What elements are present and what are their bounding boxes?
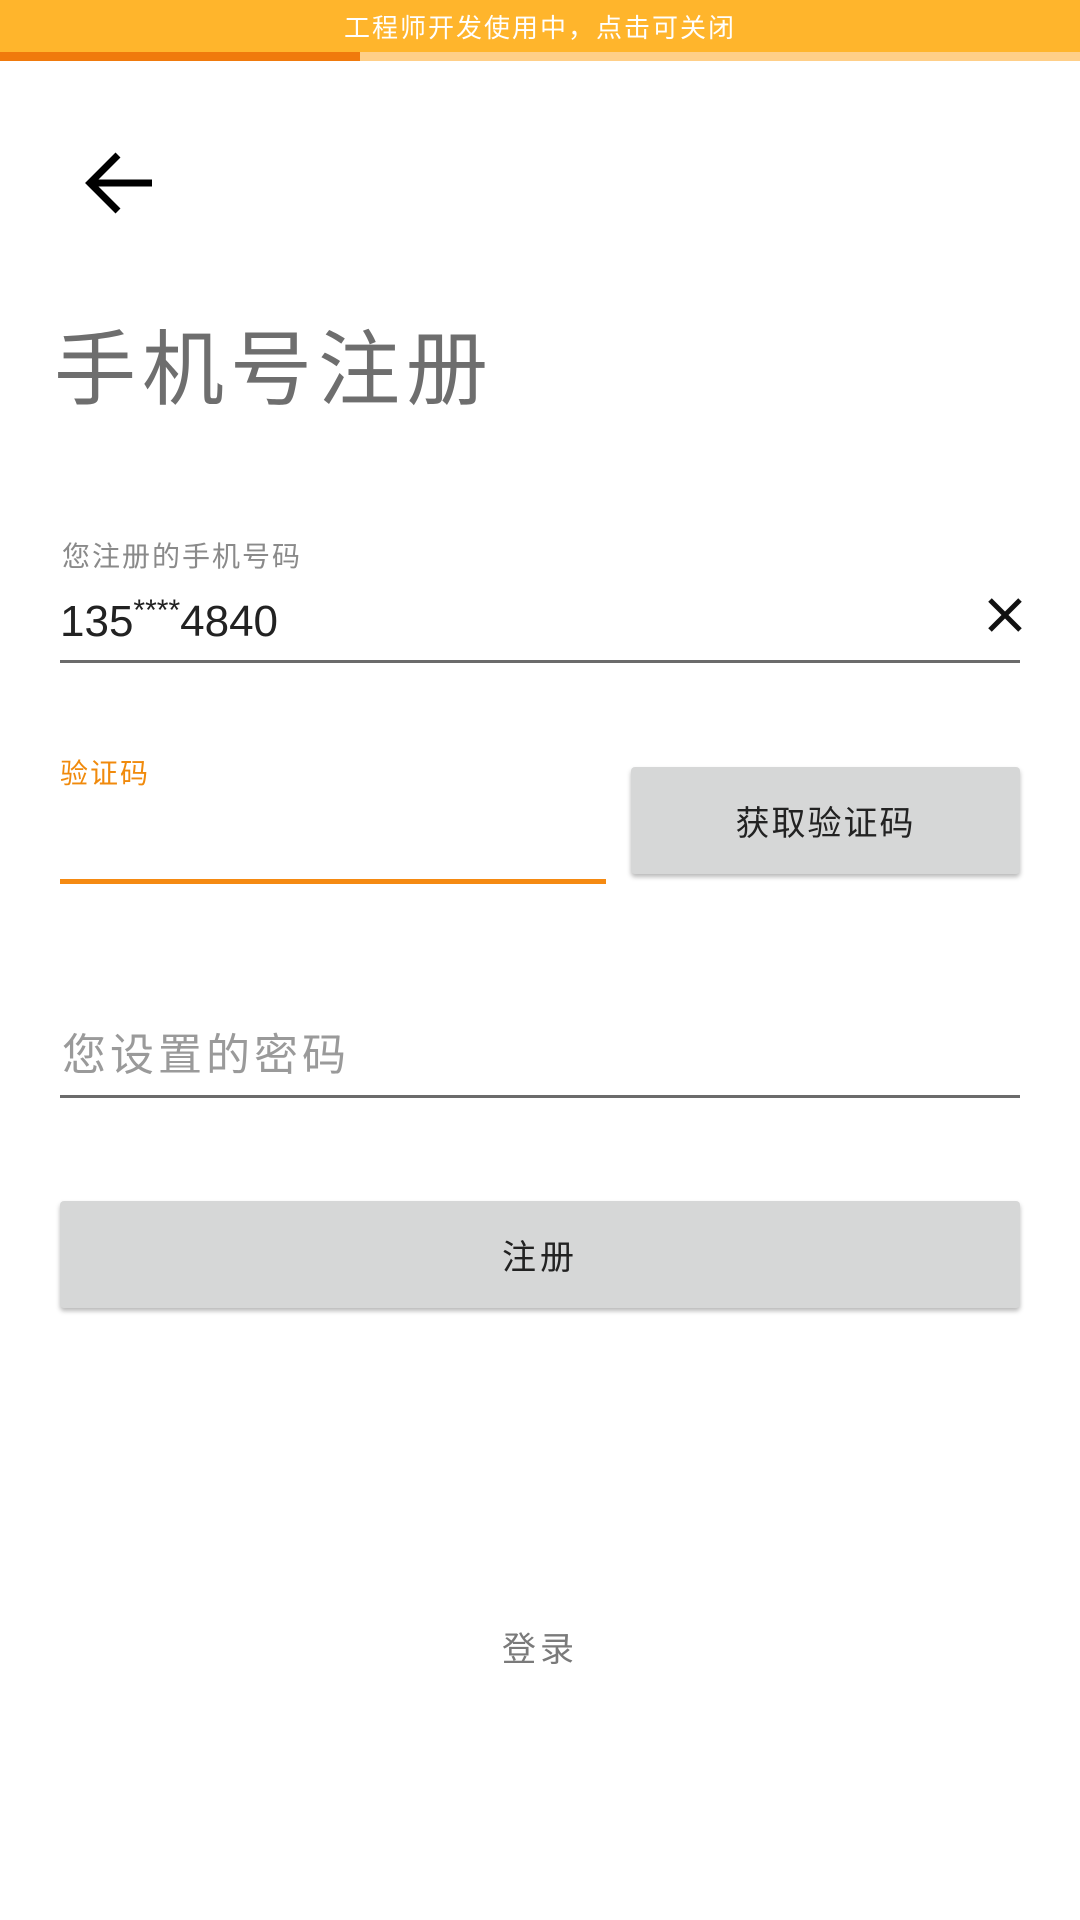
- back-button[interactable]: [60, 128, 180, 238]
- clear-phone-button[interactable]: [975, 585, 1035, 645]
- password-input[interactable]: [62, 1020, 1020, 1090]
- phone-field[interactable]: 135****4840: [60, 590, 278, 659]
- page-title: 手机号注册: [54, 323, 495, 418]
- phone-field-underline: [60, 660, 1020, 663]
- phone-field-label: 您注册的手机号码: [62, 540, 303, 573]
- password-field-underline: [60, 1095, 1020, 1098]
- code-field-underline: [60, 879, 606, 884]
- login-link[interactable]: 登录: [440, 1625, 640, 1675]
- progress-bar: [0, 52, 1080, 61]
- dev-mode-banner[interactable]: 工程师开发使用中，点击可关闭: [0, 0, 1080, 52]
- phone-value-prefix: 135: [60, 597, 134, 646]
- code-input[interactable]: [60, 795, 606, 875]
- code-field-label: 验证码: [60, 757, 151, 790]
- dev-mode-banner-text: 工程师开发使用中，点击可关闭: [343, 13, 736, 44]
- register-button[interactable]: 注册: [60, 1201, 1020, 1308]
- phone-value-suffix: 4840: [180, 597, 279, 646]
- phone-value-mask: ****: [133, 594, 181, 627]
- get-code-button[interactable]: 获取验证码: [631, 767, 1020, 874]
- close-icon: [988, 598, 1022, 632]
- arrow-left-icon: [85, 152, 152, 214]
- progress-bar-fill: [0, 52, 360, 61]
